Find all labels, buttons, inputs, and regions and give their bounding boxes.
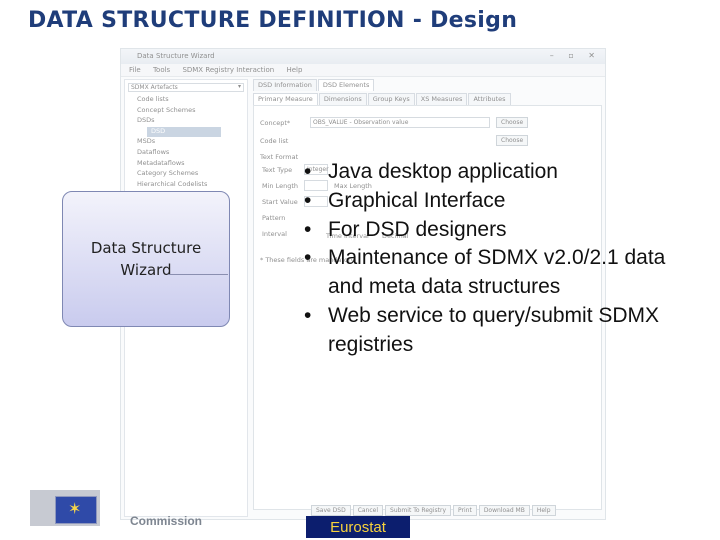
menu-tools[interactable]: Tools bbox=[153, 66, 170, 74]
cancel-button[interactable]: Cancel bbox=[352, 505, 384, 516]
help-button[interactable]: Help bbox=[531, 505, 556, 516]
tab-dsd-information[interactable]: DSD Information bbox=[253, 79, 317, 91]
tab-group-keys[interactable]: Group Keys bbox=[367, 93, 415, 105]
bullet-item: Java desktop application bbox=[300, 158, 680, 187]
min-length-label: Min Length bbox=[262, 182, 299, 190]
submit-to-registry-button[interactable]: Submit To Registry bbox=[385, 505, 451, 516]
wizard-menubar: File Tools SDMX Registry Interaction Hel… bbox=[121, 64, 605, 77]
tab-attributes[interactable]: Attributes bbox=[468, 93, 511, 105]
bullet-item: Graphical Interface bbox=[300, 187, 680, 216]
text-type-label: Text Type bbox=[262, 166, 293, 174]
bullet-item: Web service to query/submit SDMX registr… bbox=[300, 302, 680, 360]
tab-primary-measure[interactable]: Primary Measure bbox=[253, 93, 318, 105]
wizard-bottom-buttons: Save DSD Cancel Submit To Registry Print… bbox=[311, 505, 558, 516]
tab-dimensions[interactable]: Dimensions bbox=[318, 93, 367, 105]
feature-bullet-list: Java desktop application Graphical Inter… bbox=[300, 158, 680, 360]
artefact-select[interactable]: SDMX Artefacts bbox=[128, 83, 244, 92]
sub-tabs: Primary Measure Dimensions Group Keys XS… bbox=[253, 93, 602, 105]
bullet-item: Maintenance of SDMX v2.0/2.1 data and me… bbox=[300, 244, 680, 302]
tree-item-msds[interactable]: MSDs bbox=[125, 137, 247, 148]
tree-item-dataflows[interactable]: Dataflows bbox=[125, 148, 247, 159]
download-mb-button[interactable]: Download MB bbox=[478, 505, 530, 516]
menu-help[interactable]: Help bbox=[286, 66, 302, 74]
commission-text: Commission bbox=[130, 514, 203, 528]
slide-title: DATA STRUCTURE DEFINITION - Design bbox=[28, 8, 518, 33]
pattern-label: Pattern bbox=[262, 214, 286, 222]
menu-sdmx-registry[interactable]: SDMX Registry Interaction bbox=[182, 66, 274, 74]
eu-flag-icon bbox=[55, 496, 97, 524]
concept-input[interactable]: OBS_VALUE - Observation value bbox=[310, 117, 490, 128]
menu-file[interactable]: File bbox=[129, 66, 141, 74]
bullet-item: For DSD designers bbox=[300, 216, 680, 245]
codelist-choose-button[interactable]: Choose bbox=[496, 135, 529, 146]
interval-label: Interval bbox=[262, 230, 287, 238]
concept-choose-button[interactable]: Choose bbox=[496, 117, 529, 128]
tab-dsd-elements[interactable]: DSD Elements bbox=[317, 79, 375, 91]
wizard-window-title: Data Structure Wizard bbox=[137, 52, 215, 60]
tree-item-dsds[interactable]: DSDs bbox=[125, 116, 247, 127]
wizard-label-box: Data Structure Wizard bbox=[62, 191, 230, 327]
tree-item-codelists[interactable]: Code lists bbox=[125, 95, 247, 106]
print-button[interactable]: Print bbox=[453, 505, 477, 516]
text-format-label: Text Format bbox=[260, 153, 299, 161]
top-tabs: DSD Information DSD Elements bbox=[253, 79, 602, 91]
start-value-label: Start Value bbox=[262, 198, 298, 206]
tree-item-hierarchical-codelists[interactable]: Hierarchical Codelists bbox=[125, 180, 247, 191]
save-dsd-button[interactable]: Save DSD bbox=[311, 505, 351, 516]
connector-line bbox=[168, 274, 228, 275]
tree-item-concept-schemes[interactable]: Concept Schemes bbox=[125, 106, 247, 117]
window-controls[interactable]: – ▫ ✕ bbox=[550, 51, 601, 60]
tab-xs-measures[interactable]: XS Measures bbox=[415, 93, 468, 105]
tree-item-category-schemes[interactable]: Category Schemes bbox=[125, 169, 247, 180]
concept-label: Concept* bbox=[260, 119, 291, 127]
tree-item-dsd-selected[interactable]: DSD bbox=[147, 126, 221, 138]
codelist-label: Code list bbox=[260, 137, 289, 145]
wizard-titlebar: Data Structure Wizard – ▫ ✕ bbox=[121, 49, 605, 64]
eurostat-badge: Eurostat bbox=[306, 516, 410, 538]
tree-item-metadataflows[interactable]: Metadataflows bbox=[125, 159, 247, 170]
